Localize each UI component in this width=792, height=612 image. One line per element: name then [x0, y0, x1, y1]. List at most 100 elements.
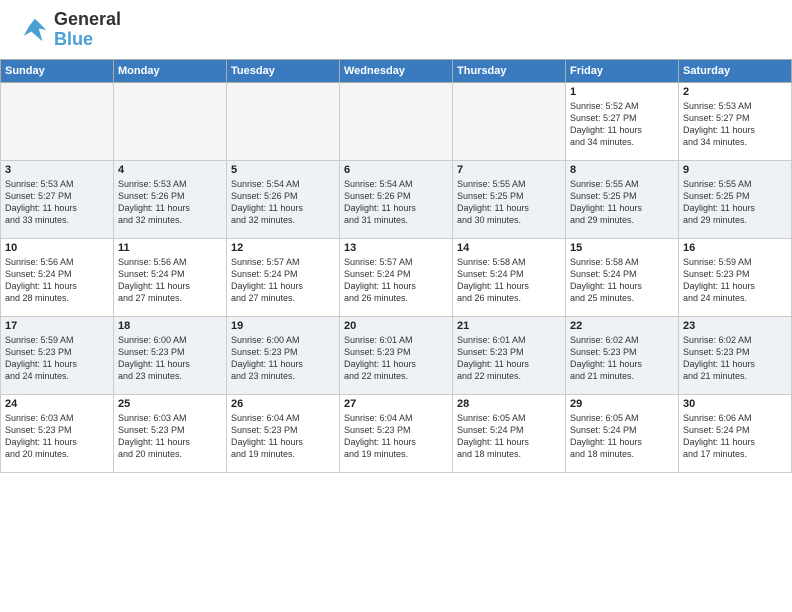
column-header-wednesday: Wednesday — [340, 59, 453, 82]
calendar-cell: 20 Sunrise: 6:01 AM Sunset: 5:23 PM Dayli… — [340, 316, 453, 394]
calendar-cell: 1 Sunrise: 5:52 AM Sunset: 5:27 PM Daylig… — [566, 82, 679, 160]
calendar-cell — [340, 82, 453, 160]
calendar-cell: 2 Sunrise: 5:53 AM Sunset: 5:27 PM Daylig… — [679, 82, 792, 160]
day-info: Sunrise: 6:05 AM Sunset: 5:24 PM Dayligh… — [570, 412, 674, 461]
calendar-cell: 9 Sunrise: 5:55 AM Sunset: 5:25 PM Daylig… — [679, 160, 792, 238]
day-number: 24 — [5, 398, 109, 410]
column-header-tuesday: Tuesday — [227, 59, 340, 82]
day-info: Sunrise: 5:57 AM Sunset: 5:24 PM Dayligh… — [231, 256, 335, 305]
day-info: Sunrise: 5:54 AM Sunset: 5:26 PM Dayligh… — [344, 178, 448, 227]
day-number: 16 — [683, 242, 787, 254]
calendar-cell: 21 Sunrise: 6:01 AM Sunset: 5:23 PM Dayli… — [453, 316, 566, 394]
calendar-cell: 30Sunrise: 6:06 AM Sunset: 5:24 PM Dayli… — [679, 394, 792, 472]
calendar-cell: 17 Sunrise: 5:59 AM Sunset: 5:23 PM Dayli… — [1, 316, 114, 394]
day-number: 7 — [457, 164, 561, 176]
calendar-week-row: 24 Sunrise: 6:03 AM Sunset: 5:23 PM Dayli… — [1, 394, 792, 472]
day-number: 15 — [570, 242, 674, 254]
day-info: Sunrise: 5:55 AM Sunset: 5:25 PM Dayligh… — [457, 178, 561, 227]
calendar-cell: 10 Sunrise: 5:56 AM Sunset: 5:24 PM Dayli… — [1, 238, 114, 316]
calendar-cell: 27Sunrise: 6:04 AM Sunset: 5:23 PM Dayli… — [340, 394, 453, 472]
column-header-sunday: Sunday — [1, 59, 114, 82]
calendar-cell: 5Sunrise: 5:54 AM Sunset: 5:26 PM Daylig… — [227, 160, 340, 238]
day-info: Sunrise: 5:53 AM Sunset: 5:27 PM Dayligh… — [683, 100, 787, 149]
calendar-header-row: SundayMondayTuesdayWednesdayThursdayFrid… — [1, 59, 792, 82]
day-number: 8 — [570, 164, 674, 176]
header: General Blue — [0, 0, 792, 55]
day-number: 13 — [344, 242, 448, 254]
day-number: 22 — [570, 320, 674, 332]
day-number: 10 — [5, 242, 109, 254]
day-info: Sunrise: 6:01 AM Sunset: 5:23 PM Dayligh… — [344, 334, 448, 383]
day-info: Sunrise: 6:03 AM Sunset: 5:23 PM Dayligh… — [118, 412, 222, 461]
day-number: 19 — [231, 320, 335, 332]
day-number: 9 — [683, 164, 787, 176]
day-info: Sunrise: 5:56 AM Sunset: 5:24 PM Dayligh… — [118, 256, 222, 305]
day-number: 3 — [5, 164, 109, 176]
day-number: 1 — [570, 86, 674, 98]
column-header-thursday: Thursday — [453, 59, 566, 82]
day-number: 28 — [457, 398, 561, 410]
calendar-cell: 18 Sunrise: 6:00 AM Sunset: 5:23 PM Dayli… — [114, 316, 227, 394]
logo-text: General Blue — [54, 10, 121, 50]
day-info: Sunrise: 5:54 AM Sunset: 5:26 PM Dayligh… — [231, 178, 335, 227]
day-info: Sunrise: 5:59 AM Sunset: 5:23 PM Dayligh… — [5, 334, 109, 383]
day-info: Sunrise: 6:01 AM Sunset: 5:23 PM Dayligh… — [457, 334, 561, 383]
calendar-week-row: 10 Sunrise: 5:56 AM Sunset: 5:24 PM Dayli… — [1, 238, 792, 316]
day-info: Sunrise: 6:05 AM Sunset: 5:24 PM Dayligh… — [457, 412, 561, 461]
calendar-cell: 12 Sunrise: 5:57 AM Sunset: 5:24 PM Dayli… — [227, 238, 340, 316]
calendar-cell: 4 Sunrise: 5:53 AM Sunset: 5:26 PM Daylig… — [114, 160, 227, 238]
day-info: Sunrise: 6:02 AM Sunset: 5:23 PM Dayligh… — [570, 334, 674, 383]
day-info: Sunrise: 5:56 AM Sunset: 5:24 PM Dayligh… — [5, 256, 109, 305]
calendar-cell — [453, 82, 566, 160]
day-info: Sunrise: 6:03 AM Sunset: 5:23 PM Dayligh… — [5, 412, 109, 461]
day-number: 4 — [118, 164, 222, 176]
day-number: 29 — [570, 398, 674, 410]
day-number: 21 — [457, 320, 561, 332]
calendar-cell: 22 Sunrise: 6:02 AM Sunset: 5:23 PM Dayli… — [566, 316, 679, 394]
day-info: Sunrise: 5:52 AM Sunset: 5:27 PM Dayligh… — [570, 100, 674, 149]
calendar-cell: 23 Sunrise: 6:02 AM Sunset: 5:23 PM Dayli… — [679, 316, 792, 394]
calendar-week-row: 1 Sunrise: 5:52 AM Sunset: 5:27 PM Daylig… — [1, 82, 792, 160]
calendar-cell: 16 Sunrise: 5:59 AM Sunset: 5:23 PM Dayli… — [679, 238, 792, 316]
day-number: 12 — [231, 242, 335, 254]
day-info: Sunrise: 6:00 AM Sunset: 5:23 PM Dayligh… — [118, 334, 222, 383]
calendar-cell: 7 Sunrise: 5:55 AM Sunset: 5:25 PM Daylig… — [453, 160, 566, 238]
calendar-cell — [114, 82, 227, 160]
calendar-cell: 3 Sunrise: 5:53 AM Sunset: 5:27 PM Daylig… — [1, 160, 114, 238]
calendar-cell: 15Sunrise: 5:58 AM Sunset: 5:24 PM Dayli… — [566, 238, 679, 316]
calendar-cell: 6 Sunrise: 5:54 AM Sunset: 5:26 PM Daylig… — [340, 160, 453, 238]
day-number: 20 — [344, 320, 448, 332]
calendar-cell: 24 Sunrise: 6:03 AM Sunset: 5:23 PM Dayli… — [1, 394, 114, 472]
calendar-cell: 28 Sunrise: 6:05 AM Sunset: 5:24 PM Dayli… — [453, 394, 566, 472]
day-number: 2 — [683, 86, 787, 98]
day-info: Sunrise: 5:55 AM Sunset: 5:25 PM Dayligh… — [683, 178, 787, 227]
day-number: 14 — [457, 242, 561, 254]
day-info: Sunrise: 6:02 AM Sunset: 5:23 PM Dayligh… — [683, 334, 787, 383]
day-number: 23 — [683, 320, 787, 332]
calendar-cell: 14 Sunrise: 5:58 AM Sunset: 5:24 PM Dayli… — [453, 238, 566, 316]
day-info: Sunrise: 5:58 AM Sunset: 5:24 PM Dayligh… — [457, 256, 561, 305]
day-number: 17 — [5, 320, 109, 332]
column-header-monday: Monday — [114, 59, 227, 82]
calendar-cell: 25Sunrise: 6:03 AM Sunset: 5:23 PM Dayli… — [114, 394, 227, 472]
column-header-saturday: Saturday — [679, 59, 792, 82]
calendar-cell — [227, 82, 340, 160]
day-info: Sunrise: 5:59 AM Sunset: 5:23 PM Dayligh… — [683, 256, 787, 305]
day-info: Sunrise: 5:57 AM Sunset: 5:24 PM Dayligh… — [344, 256, 448, 305]
calendar-cell: 26Sunrise: 6:04 AM Sunset: 5:23 PM Dayli… — [227, 394, 340, 472]
calendar-week-row: 17 Sunrise: 5:59 AM Sunset: 5:23 PM Dayli… — [1, 316, 792, 394]
logo: General Blue — [20, 10, 121, 50]
column-header-friday: Friday — [566, 59, 679, 82]
calendar-cell: 13 Sunrise: 5:57 AM Sunset: 5:24 PM Dayli… — [340, 238, 453, 316]
logo-icon — [20, 15, 50, 45]
day-info: Sunrise: 6:00 AM Sunset: 5:23 PM Dayligh… — [231, 334, 335, 383]
day-info: Sunrise: 5:53 AM Sunset: 5:26 PM Dayligh… — [118, 178, 222, 227]
day-info: Sunrise: 6:04 AM Sunset: 5:23 PM Dayligh… — [231, 412, 335, 461]
day-number: 6 — [344, 164, 448, 176]
day-info: Sunrise: 6:04 AM Sunset: 5:23 PM Dayligh… — [344, 412, 448, 461]
day-info: Sunrise: 5:53 AM Sunset: 5:27 PM Dayligh… — [5, 178, 109, 227]
day-number: 18 — [118, 320, 222, 332]
calendar-cell — [1, 82, 114, 160]
day-info: Sunrise: 5:55 AM Sunset: 5:25 PM Dayligh… — [570, 178, 674, 227]
calendar-week-row: 3 Sunrise: 5:53 AM Sunset: 5:27 PM Daylig… — [1, 160, 792, 238]
